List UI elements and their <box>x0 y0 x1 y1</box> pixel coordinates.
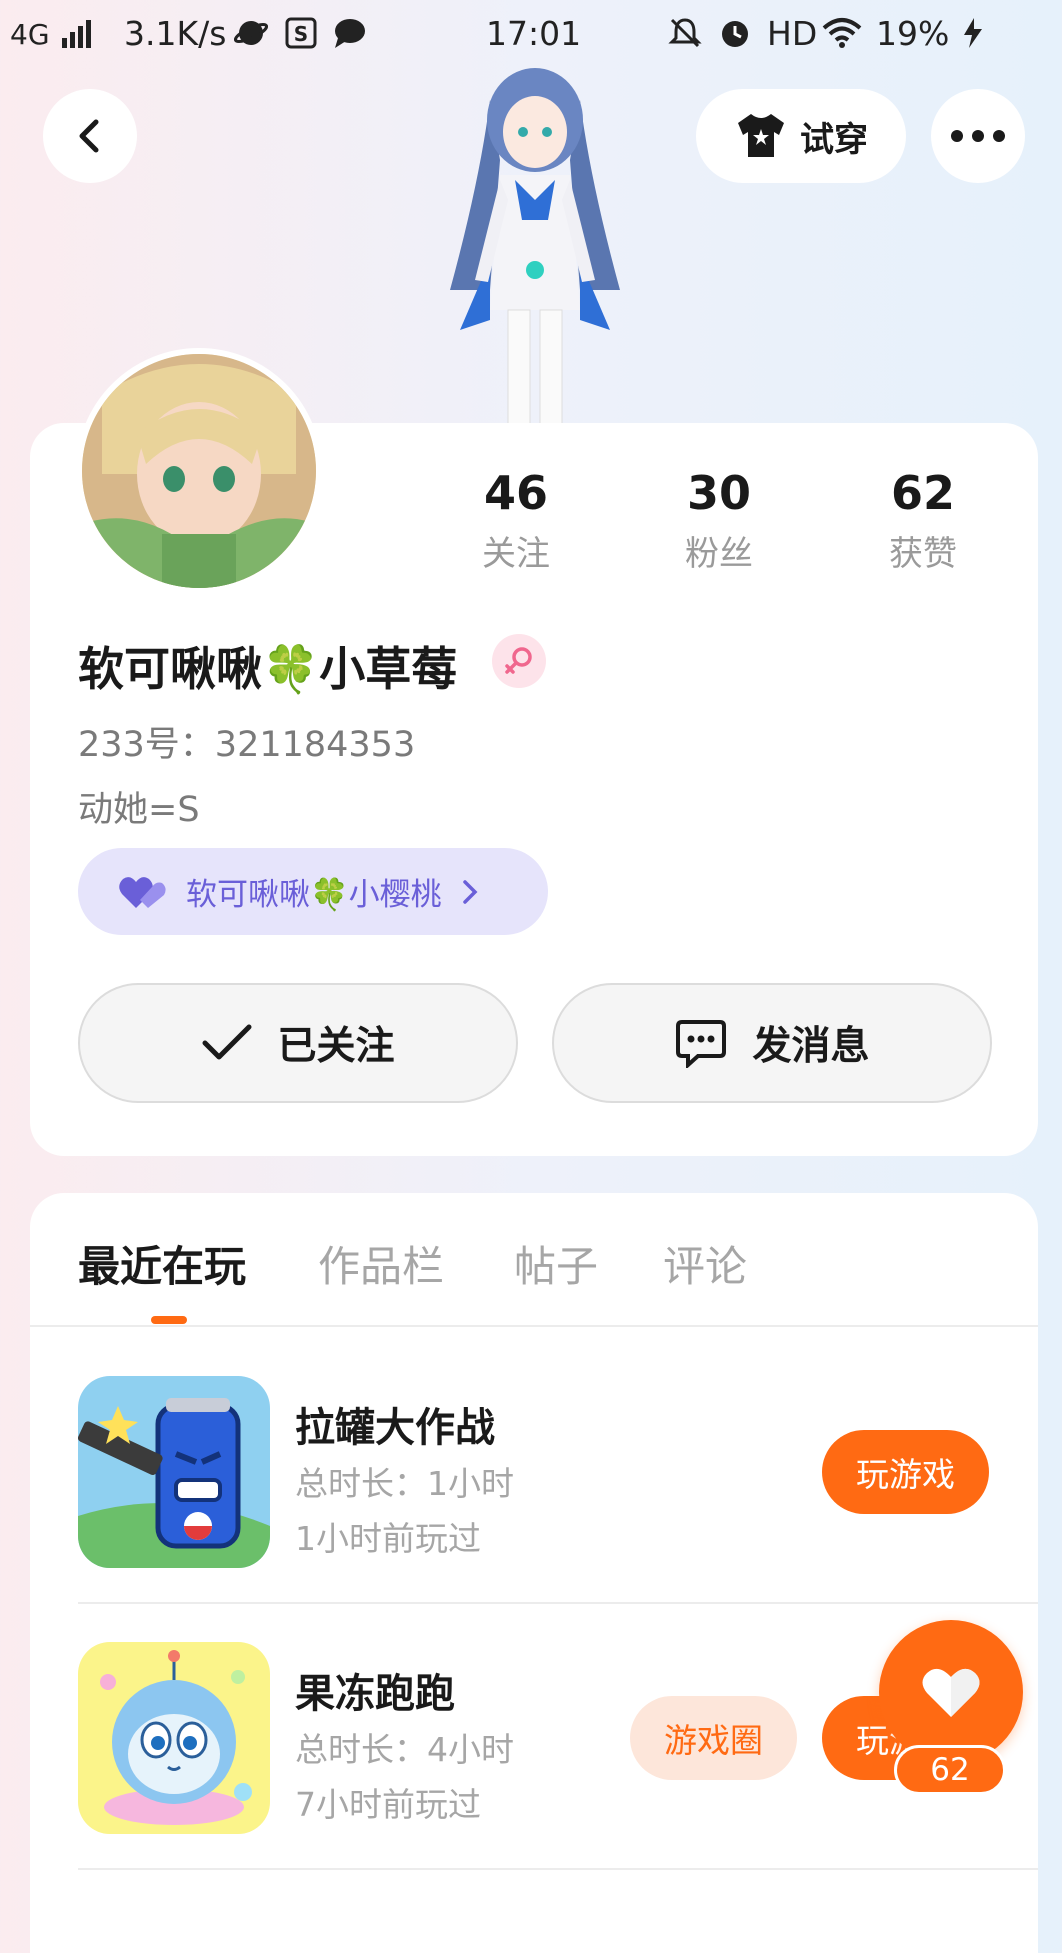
network-type: 4G <box>10 18 50 51</box>
user-avatar[interactable] <box>76 348 322 594</box>
couple-tag-label: 软可啾啾🍀小樱桃 <box>186 877 442 913</box>
mute-bell-icon <box>668 18 702 48</box>
tabs-divider <box>30 1325 1038 1327</box>
game-icon-cans <box>78 1376 270 1568</box>
tab-works[interactable]: 作品栏 <box>318 1233 444 1294</box>
tab-comments[interactable]: 评论 <box>663 1233 747 1294</box>
stat-likes[interactable]: 62 获赞 <box>843 466 1003 575</box>
clock: 17:01 <box>486 14 582 53</box>
stat-value: 62 <box>890 466 955 520</box>
stat-label: 粉丝 <box>685 534 753 574</box>
followed-label: 已关注 <box>277 1024 395 1069</box>
game-last-played: 7小时前玩过 <box>295 1785 481 1824</box>
stat-following[interactable]: 46 关注 <box>436 466 596 575</box>
followed-button[interactable]: 已关注 <box>78 983 518 1103</box>
planet-icon <box>234 21 268 45</box>
heart-icon <box>922 1668 980 1717</box>
play-game-button[interactable]: 玩游戏 <box>822 1430 989 1514</box>
signal-icon <box>62 20 91 48</box>
back-button[interactable] <box>43 89 137 183</box>
hd-indicator: HD <box>767 14 818 53</box>
stat-label: 获赞 <box>889 534 957 574</box>
send-message-button[interactable]: 发消息 <box>552 983 992 1103</box>
more-button[interactable] <box>931 89 1025 183</box>
stat-value: 30 <box>686 466 751 520</box>
user-bio: 动她=S <box>78 790 200 830</box>
tab-recently-played[interactable]: 最近在玩 <box>78 1233 246 1294</box>
game-icon-jelly <box>78 1642 270 1834</box>
game-duration: 总时长：1小时 <box>295 1464 514 1503</box>
try-on-label: 试穿 <box>800 119 868 160</box>
game-title: 拉罐大作战 <box>295 1405 495 1451</box>
avatar-image <box>82 354 316 588</box>
game-last-played: 1小时前玩过 <box>295 1519 481 1558</box>
gender-female-icon <box>492 634 546 688</box>
battery-percent: 19% <box>876 14 950 53</box>
like-fab-button[interactable] <box>879 1620 1023 1764</box>
tshirt-icon <box>738 114 784 157</box>
stat-value: 46 <box>483 466 548 520</box>
couple-tag[interactable]: 软可啾啾🍀小樱桃 <box>78 848 548 935</box>
game-duration: 总时长：4小时 <box>295 1730 514 1769</box>
active-tab-indicator <box>151 1316 187 1324</box>
check-icon <box>202 1024 252 1060</box>
avatar-3d-figure[interactable] <box>420 60 650 425</box>
user-name: 软可啾啾🍀小草莓 <box>78 642 458 696</box>
message-bubble-icon <box>676 1020 727 1068</box>
send-message-label: 发消息 <box>752 1024 870 1069</box>
user-id: 233号：321184353 <box>78 725 416 765</box>
double-heart-icon <box>119 876 166 908</box>
charging-icon <box>964 18 982 48</box>
network-speed: 3.1K/s <box>124 14 227 53</box>
game-title: 果冻跑跑 <box>295 1671 455 1717</box>
chat-notify-icon <box>335 19 365 48</box>
row-divider <box>78 1868 1038 1870</box>
like-count-badge: 62 <box>894 1745 1006 1795</box>
try-on-button[interactable]: 试穿 <box>696 89 906 183</box>
back-arrow-icon <box>79 119 99 153</box>
chevron-right-icon <box>462 879 478 904</box>
svg-text:S: S <box>294 22 308 46</box>
row-divider <box>78 1602 1038 1604</box>
game-circle-button[interactable]: 游戏圈 <box>630 1696 797 1780</box>
more-dots-icon <box>951 130 1005 142</box>
wifi-icon <box>822 18 862 48</box>
app-s-icon: S <box>285 17 317 49</box>
tab-posts[interactable]: 帖子 <box>514 1233 598 1294</box>
stat-label: 关注 <box>482 534 550 574</box>
stat-fans[interactable]: 30 粉丝 <box>639 466 799 575</box>
alarm-icon <box>722 21 748 47</box>
